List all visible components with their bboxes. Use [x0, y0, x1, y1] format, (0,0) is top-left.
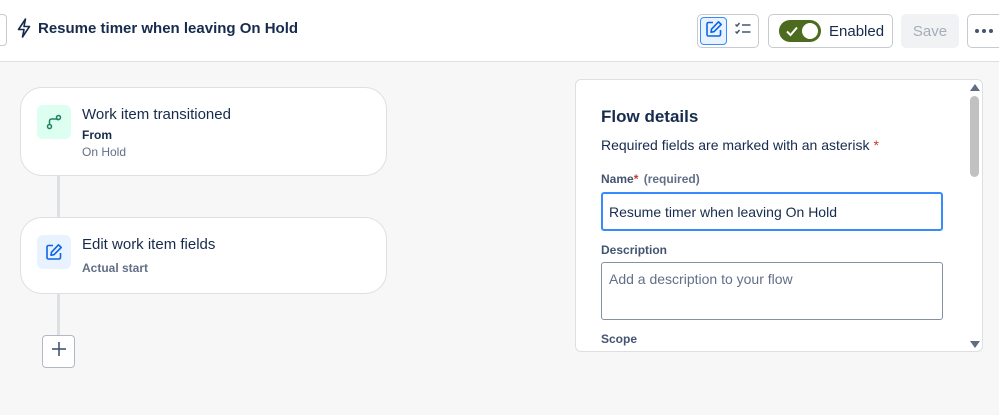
flow-title-text: Resume timer when leaving On Hold — [38, 19, 299, 37]
name-label-text: Name — [601, 172, 634, 186]
scroll-down-arrow[interactable] — [970, 341, 980, 348]
scroll-thumb[interactable] — [970, 96, 979, 177]
scope-selector[interactable] — [601, 351, 626, 352]
panel-title: Flow details — [601, 107, 699, 126]
scope-label: Scope — [601, 332, 638, 346]
name-required-asterisk: * — [633, 172, 639, 186]
checklist-icon — [734, 20, 752, 43]
trigger-from-value: On Hold — [82, 145, 127, 159]
collapsed-sidebar-edge[interactable] — [0, 14, 7, 46]
required-note-text: Required fields are marked with an aster… — [601, 137, 870, 153]
name-label: Name* (required) — [601, 172, 700, 186]
description-input[interactable] — [601, 262, 943, 320]
trigger-card[interactable]: Work item transitioned From On Hold — [20, 87, 387, 176]
panel-scrollbar[interactable] — [966, 82, 982, 350]
flow-details-panel: Flow details Required fields are marked … — [575, 79, 983, 352]
enabled-toggle[interactable] — [779, 20, 821, 42]
scroll-up-arrow[interactable] — [970, 84, 980, 91]
more-options-button[interactable] — [967, 14, 999, 48]
trigger-title: Work item transitioned — [82, 106, 231, 123]
checklist-view-button[interactable] — [729, 17, 756, 45]
name-required-hint: (required) — [643, 172, 700, 186]
plus-icon — [50, 340, 68, 363]
top-bar: Resume timer when leaving On Hold Enable… — [0, 0, 999, 62]
flow-connector — [57, 293, 60, 335]
edit-icon — [705, 20, 723, 43]
transition-icon — [37, 105, 71, 139]
description-label: Description — [601, 243, 668, 257]
enabled-toggle-container[interactable]: Enabled — [768, 14, 893, 48]
flow-connector — [57, 175, 60, 218]
save-button[interactable]: Save — [901, 14, 959, 48]
flow-title: Resume timer when leaving On Hold — [16, 18, 298, 38]
view-toggle — [697, 14, 759, 48]
action-title: Edit work item fields — [82, 236, 216, 253]
check-icon — [785, 23, 799, 44]
edit-view-button[interactable] — [700, 17, 727, 45]
required-note: Required fields are marked with an aster… — [601, 137, 879, 153]
add-step-button[interactable] — [42, 335, 75, 368]
trigger-from-label: From — [82, 128, 112, 142]
action-field: Actual start — [82, 261, 149, 275]
required-asterisk: * — [873, 137, 879, 153]
toggle-knob — [802, 23, 818, 39]
enabled-label: Enabled — [829, 22, 885, 40]
lightning-bolt-icon — [16, 18, 32, 38]
name-input[interactable] — [601, 192, 943, 231]
more-horizontal-icon — [974, 29, 979, 33]
edit-icon — [37, 235, 71, 269]
action-card[interactable]: Edit work item fields Actual start — [20, 217, 387, 294]
